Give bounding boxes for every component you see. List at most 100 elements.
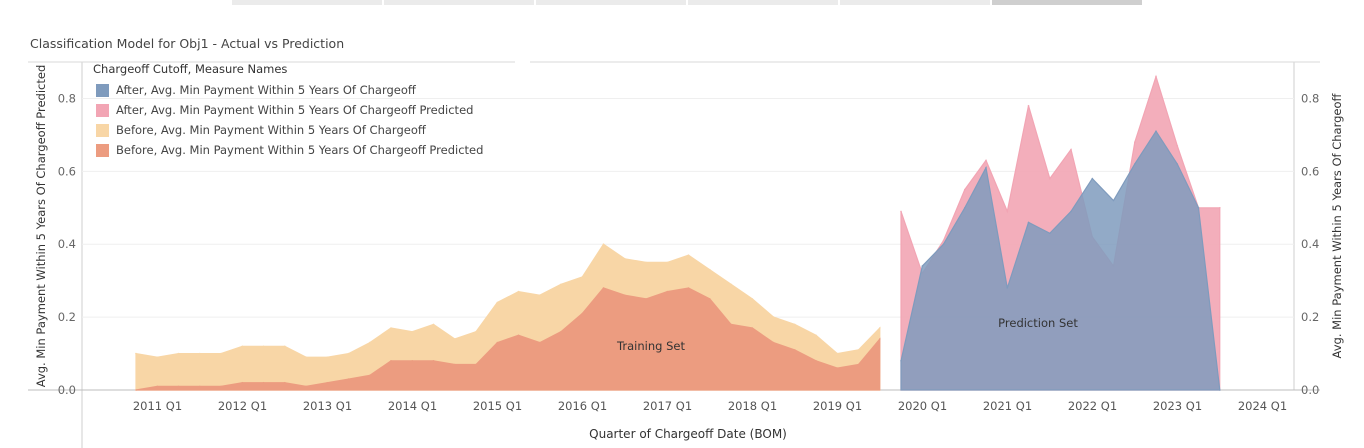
data-point bbox=[517, 290, 520, 293]
data-point bbox=[135, 352, 137, 355]
x-tick-label: 2015 Q1 bbox=[473, 399, 522, 413]
data-point bbox=[284, 381, 286, 384]
data-point bbox=[284, 345, 286, 348]
data-point bbox=[900, 210, 902, 213]
data-point bbox=[1134, 141, 1136, 143]
data-point bbox=[942, 243, 945, 245]
data-point bbox=[1027, 104, 1030, 107]
data-point bbox=[432, 360, 435, 362]
data-point bbox=[985, 166, 987, 169]
data-point bbox=[156, 385, 159, 388]
data-point bbox=[730, 283, 732, 286]
data-point bbox=[964, 188, 966, 191]
x-tick-label: 2022 Q1 bbox=[1068, 399, 1117, 413]
data-point bbox=[900, 360, 902, 362]
data-point bbox=[709, 268, 711, 271]
legend-item[interactable]: Before, Avg. Min Payment Within 5 Years … bbox=[90, 120, 483, 140]
data-point bbox=[454, 338, 456, 340]
data-point bbox=[517, 334, 520, 337]
chart-legend[interactable]: Chargeoff Cutoff, Measure Names After, A… bbox=[90, 62, 483, 160]
data-point bbox=[539, 294, 541, 297]
data-point bbox=[1070, 210, 1072, 213]
data-point bbox=[1155, 75, 1157, 78]
data-point bbox=[220, 352, 222, 355]
data-point bbox=[156, 356, 159, 359]
x-tick-label: 2016 Q1 bbox=[558, 399, 607, 413]
data-point bbox=[262, 345, 265, 348]
data-point bbox=[1176, 145, 1179, 147]
legend-title: Chargeoff Cutoff, Measure Names bbox=[93, 62, 288, 76]
data-point bbox=[751, 298, 754, 300]
data-point bbox=[1091, 177, 1094, 180]
data-point bbox=[687, 287, 690, 289]
x-axis-title: Quarter of Chargeoff Date (BOM) bbox=[589, 427, 787, 441]
legend-label: After, Avg. Min Payment Within 5 Years O… bbox=[116, 103, 474, 117]
data-point bbox=[624, 294, 626, 297]
x-tick-label: 2020 Q1 bbox=[898, 399, 947, 413]
data-point bbox=[135, 389, 137, 391]
data-point bbox=[1027, 221, 1030, 224]
legend-swatch bbox=[96, 123, 109, 137]
x-tick-label: 2012 Q1 bbox=[218, 399, 267, 413]
y-tick-label-right: 0.8 bbox=[1301, 91, 1319, 105]
legend-swatch bbox=[96, 83, 109, 97]
data-point bbox=[199, 385, 201, 388]
x-tick-label: 2017 Q1 bbox=[643, 399, 692, 413]
data-point bbox=[1134, 163, 1136, 165]
data-point bbox=[624, 258, 626, 260]
x-tick-label: 2011 Q1 bbox=[133, 399, 182, 413]
x-tick-label: 2013 Q1 bbox=[303, 399, 352, 413]
data-point bbox=[857, 363, 860, 366]
y-tick-label-left: 0.2 bbox=[58, 310, 76, 324]
data-point bbox=[177, 385, 180, 388]
data-point bbox=[1049, 177, 1051, 180]
data-point bbox=[879, 327, 881, 329]
legend-item[interactable]: Before, Avg. Min Payment Within 5 Years … bbox=[90, 140, 483, 160]
x-tick-label: 2014 Q1 bbox=[388, 399, 437, 413]
y-tick-label-right: 0.4 bbox=[1301, 237, 1319, 251]
data-point bbox=[687, 254, 690, 256]
x-tick-label: 2023 Q1 bbox=[1153, 399, 1202, 413]
annotation-label: Prediction Set bbox=[998, 316, 1078, 330]
data-point bbox=[347, 352, 350, 355]
data-point bbox=[666, 261, 669, 264]
x-tick-label: 2019 Q1 bbox=[813, 399, 862, 413]
data-point bbox=[964, 207, 966, 209]
y-axis-title-left: Avg. Min Payment Within 5 Years Of Charg… bbox=[34, 65, 48, 388]
data-point bbox=[1176, 163, 1179, 165]
data-point bbox=[390, 360, 392, 362]
y-tick-label-left: 0.4 bbox=[58, 237, 76, 251]
data-point bbox=[475, 363, 477, 366]
data-point bbox=[475, 330, 477, 333]
data-point bbox=[836, 367, 839, 369]
y-tick-label-right: 0.2 bbox=[1301, 310, 1319, 324]
data-point bbox=[857, 349, 860, 351]
data-point bbox=[241, 381, 244, 384]
data-point bbox=[1006, 287, 1009, 289]
data-point bbox=[815, 360, 817, 362]
legend-label: Before, Avg. Min Payment Within 5 Years … bbox=[116, 123, 426, 137]
data-point bbox=[709, 298, 711, 300]
legend-label: After, Avg. Min Payment Within 5 Years O… bbox=[116, 83, 416, 97]
data-point bbox=[602, 243, 605, 245]
data-point bbox=[985, 159, 987, 162]
legend-item[interactable]: After, Avg. Min Payment Within 5 Years O… bbox=[90, 100, 483, 120]
data-point bbox=[390, 327, 392, 329]
y-tick-label-right: 0.0 bbox=[1301, 383, 1319, 397]
legend-swatch bbox=[96, 143, 109, 157]
data-point bbox=[645, 298, 647, 300]
y-axis-title-right: Avg. Min Payment Within 5 Years Of Charg… bbox=[1330, 92, 1344, 358]
data-point bbox=[432, 323, 435, 326]
data-point bbox=[1070, 148, 1072, 151]
y-tick-label-left: 0.6 bbox=[58, 164, 76, 178]
data-point bbox=[305, 356, 307, 359]
data-point bbox=[772, 341, 775, 344]
data-point bbox=[1219, 389, 1221, 391]
data-point bbox=[177, 352, 180, 355]
data-point bbox=[942, 239, 945, 242]
legend-item[interactable]: After, Avg. Min Payment Within 5 Years O… bbox=[90, 80, 483, 100]
data-point bbox=[794, 349, 796, 351]
data-point bbox=[794, 323, 796, 326]
data-point bbox=[347, 378, 350, 380]
data-point bbox=[1049, 232, 1051, 235]
